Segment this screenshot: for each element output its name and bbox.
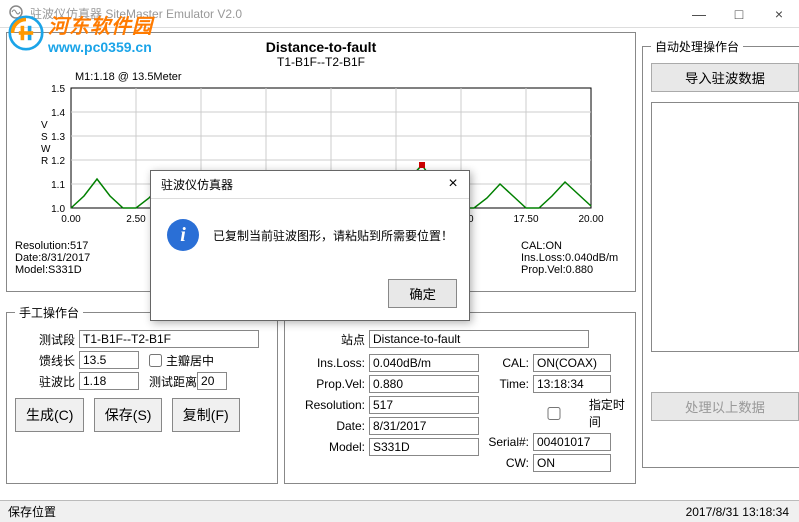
svg-text:V: V xyxy=(41,120,48,131)
dialog-ok-button[interactable]: 确定 xyxy=(388,279,457,308)
import-button[interactable]: 导入驻波数据 xyxy=(651,63,799,92)
info-icon: i xyxy=(167,219,199,251)
date-input[interactable] xyxy=(369,417,479,435)
model-input[interactable] xyxy=(369,438,479,456)
main-center-checkbox[interactable] xyxy=(149,354,162,367)
test-seg-input[interactable] xyxy=(79,330,259,348)
vswr-label: 驻波比 xyxy=(15,373,75,390)
site-input[interactable] xyxy=(369,330,589,348)
svg-text:S: S xyxy=(41,132,48,143)
watermark-url: www.pc0359.cn xyxy=(48,39,153,55)
svg-text:1.5: 1.5 xyxy=(51,84,65,95)
time-input[interactable] xyxy=(533,375,611,393)
data-listbox[interactable] xyxy=(651,102,799,352)
meta-insloss: Ins.Loss:0.040dB/m xyxy=(521,252,627,264)
dialog-message: 已复制当前驻波图形，请粘贴到所需要位置！ xyxy=(213,227,453,244)
meta-propvel: Prop.Vel:0.880 xyxy=(521,264,627,276)
cal-label: CAL: xyxy=(479,356,529,370)
serial-label: Serial#: xyxy=(479,435,529,449)
status-datetime: 2017/8/31 13:18:34 xyxy=(686,505,789,519)
svg-text:17.50: 17.50 xyxy=(513,214,538,225)
svg-text:1.2: 1.2 xyxy=(51,156,65,167)
watermark-logo-icon xyxy=(8,15,44,51)
copy-button[interactable]: 复制(F) xyxy=(172,398,240,432)
auto-panel: 自动处理操作台 导入驻波数据 处理以上数据 xyxy=(642,38,799,468)
test-seg-label: 测试段 xyxy=(15,331,75,348)
feeder-input[interactable] xyxy=(79,351,139,369)
model-label: Model: xyxy=(293,440,365,454)
statusbar: 保存位置 2017/8/31 13:18:34 xyxy=(0,500,799,522)
loss-input[interactable] xyxy=(369,354,479,372)
vel-label: Prop.Vel: xyxy=(293,377,365,391)
vswr-input[interactable] xyxy=(79,372,139,390)
dist-label: 测试距离 xyxy=(149,373,197,390)
watermark-cn: 河东软件园 xyxy=(48,10,153,39)
dialog-close-button[interactable]: × xyxy=(443,175,463,193)
svg-text:20.00: 20.00 xyxy=(578,214,603,225)
site-label: 站点 xyxy=(293,331,365,348)
cw-label: CW: xyxy=(479,456,529,470)
spec-time-label: 指定时间 xyxy=(589,396,627,430)
time-label: Time: xyxy=(479,377,529,391)
minimize-button[interactable]: — xyxy=(679,0,719,28)
res-label: Resolution: xyxy=(293,398,365,412)
spec-time-checkbox[interactable] xyxy=(523,407,585,420)
res-input[interactable] xyxy=(369,396,479,414)
chart-marker-label: M1:1.18 @ 13.5Meter xyxy=(75,71,627,83)
dialog-title: 驻波仪仿真器 xyxy=(161,176,233,193)
cw-input[interactable] xyxy=(533,454,611,472)
main-center-label: 主瓣居中 xyxy=(166,352,214,369)
cal-input[interactable] xyxy=(533,354,611,372)
save-button[interactable]: 保存(S) xyxy=(94,398,163,432)
svg-text:2.50: 2.50 xyxy=(126,214,146,225)
maximize-button[interactable]: □ xyxy=(719,0,759,28)
svg-text:0.00: 0.00 xyxy=(61,214,81,225)
vel-input[interactable] xyxy=(369,375,479,393)
process-button[interactable]: 处理以上数据 xyxy=(651,392,799,421)
generate-button[interactable]: 生成(C) xyxy=(15,398,84,432)
date-label: Date: xyxy=(293,419,365,433)
dist-input[interactable] xyxy=(197,372,227,390)
manual-panel: 手工操作台 测试段 馈线长 主瓣居中 驻波比 测试距离 xyxy=(6,304,278,484)
save-location-label: 保存位置 xyxy=(8,503,56,520)
feeder-label: 馈线长 xyxy=(15,352,75,369)
watermark: 河东软件园 www.pc0359.cn xyxy=(8,10,153,55)
svg-text:1.1: 1.1 xyxy=(51,180,65,191)
serial-input[interactable] xyxy=(533,433,611,451)
loss-label: Ins.Loss: xyxy=(293,356,365,370)
manual-legend: 手工操作台 xyxy=(15,304,83,321)
close-button[interactable]: × xyxy=(759,0,799,28)
params-panel: 常用参数 站点 Ins.Loss: Prop.Vel: Resolution: … xyxy=(284,304,636,484)
auto-legend: 自动处理操作台 xyxy=(651,38,743,55)
svg-text:1.4: 1.4 xyxy=(51,108,65,119)
svg-text:1.3: 1.3 xyxy=(51,132,65,143)
svg-text:W: W xyxy=(41,144,51,155)
meta-cal: CAL:ON xyxy=(521,240,627,252)
chart-subtitle: T1-B1F--T2-B1F xyxy=(15,55,627,69)
svg-text:R: R xyxy=(41,156,48,167)
message-dialog: 驻波仪仿真器 × i 已复制当前驻波图形，请粘贴到所需要位置！ 确定 xyxy=(150,170,470,321)
